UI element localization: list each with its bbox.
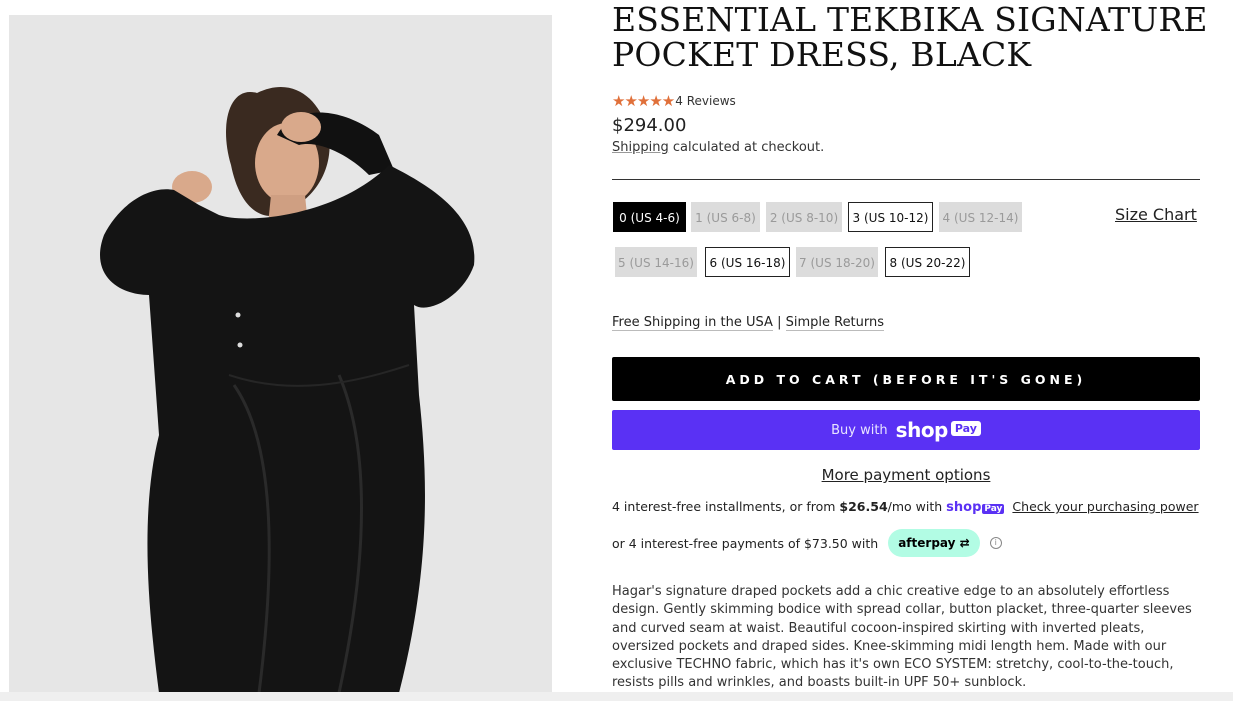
size-option-6[interactable]: 6 (US 16-18) xyxy=(705,247,790,277)
more-payment-options-link[interactable]: More payment options xyxy=(612,466,1200,484)
check-purchasing-power-link[interactable]: Check your purchasing power xyxy=(1012,499,1198,514)
shop-pay-button[interactable]: Buy with shop Pay xyxy=(612,410,1200,450)
price: $294.00 xyxy=(612,115,687,136)
size-option-5[interactable]: 5 (US 14-16) xyxy=(615,247,697,277)
size-option-4[interactable]: 4 (US 12-14) xyxy=(939,202,1022,232)
size-option-2[interactable]: 2 (US 8-10) xyxy=(766,202,842,232)
afterpay-arrows-icon: ⇄ xyxy=(959,536,970,550)
afterpay-label: afterpay xyxy=(898,536,956,550)
reviews-count[interactable]: 4 Reviews xyxy=(675,94,736,108)
promo-separator: | xyxy=(777,315,782,330)
bottom-shade xyxy=(0,692,1233,701)
pay-badge: Pay xyxy=(950,420,981,436)
installments-prefix: 4 interest-free installments, or from xyxy=(612,499,840,514)
size-option-1[interactable]: 1 (US 6-8) xyxy=(691,202,760,232)
product-title-line1: ESSENTIAL TEKBIKA SIGNATURE xyxy=(612,0,1208,39)
shipping-note: Shipping calculated at checkout. xyxy=(612,140,824,155)
info-icon[interactable]: i xyxy=(989,537,1002,549)
size-option-3[interactable]: 3 (US 10-12) xyxy=(848,202,933,232)
installments-suffix: /mo with xyxy=(887,499,943,514)
product-photo[interactable] xyxy=(9,15,552,693)
shipping-link[interactable]: Shipping xyxy=(612,140,669,155)
star-rating-icons: ★★★★★ xyxy=(612,92,675,110)
shipping-returns-promo: Free Shipping in the USA | Simple Return… xyxy=(612,315,885,331)
free-shipping-link[interactable]: Free Shipping in the USA xyxy=(612,315,773,331)
simple-returns-link[interactable]: Simple Returns xyxy=(785,315,885,331)
afterpay-text: or 4 interest-free payments of $73.50 wi… xyxy=(612,535,879,551)
installment-amount: $26.54 xyxy=(839,499,888,514)
buy-with-label: Buy with xyxy=(831,422,888,438)
installments-note: 4 interest-free installments, or from $2… xyxy=(612,499,1199,515)
product-title: ESSENTIAL TEKBIKA SIGNATURE POCKET DRESS… xyxy=(612,2,1212,72)
shop-pay-logo: shop xyxy=(895,418,949,442)
add-to-cart-button[interactable]: ADD TO CART (BEFORE IT'S GONE) xyxy=(612,357,1200,401)
shop-pay-mini-word: shop xyxy=(946,500,982,515)
size-option-8[interactable]: 8 (US 20-22) xyxy=(885,247,970,277)
size-option-7[interactable]: 7 (US 18-20) xyxy=(796,247,878,277)
afterpay-badge[interactable]: afterpay ⇄ xyxy=(888,529,980,557)
model-in-dress-illustration xyxy=(9,15,552,693)
shop-pay-mini-logo: shop Pay xyxy=(946,500,1005,515)
size-chart-link[interactable]: Size Chart xyxy=(1115,205,1197,224)
size-option-0[interactable]: 0 (US 4-6) xyxy=(613,202,686,232)
rating[interactable]: ★★★★★ 4 Reviews xyxy=(612,92,736,110)
afterpay-row: or 4 interest-free payments of $73.50 wi… xyxy=(612,528,1002,558)
divider xyxy=(612,179,1200,180)
product-description: Hagar's signature draped pockets add a c… xyxy=(612,584,1192,691)
shipping-note-text: calculated at checkout. xyxy=(668,140,825,155)
shop-pay-mini-badge: Pay xyxy=(982,504,1005,514)
product-title-line2: POCKET DRESS, BLACK xyxy=(612,35,1032,74)
